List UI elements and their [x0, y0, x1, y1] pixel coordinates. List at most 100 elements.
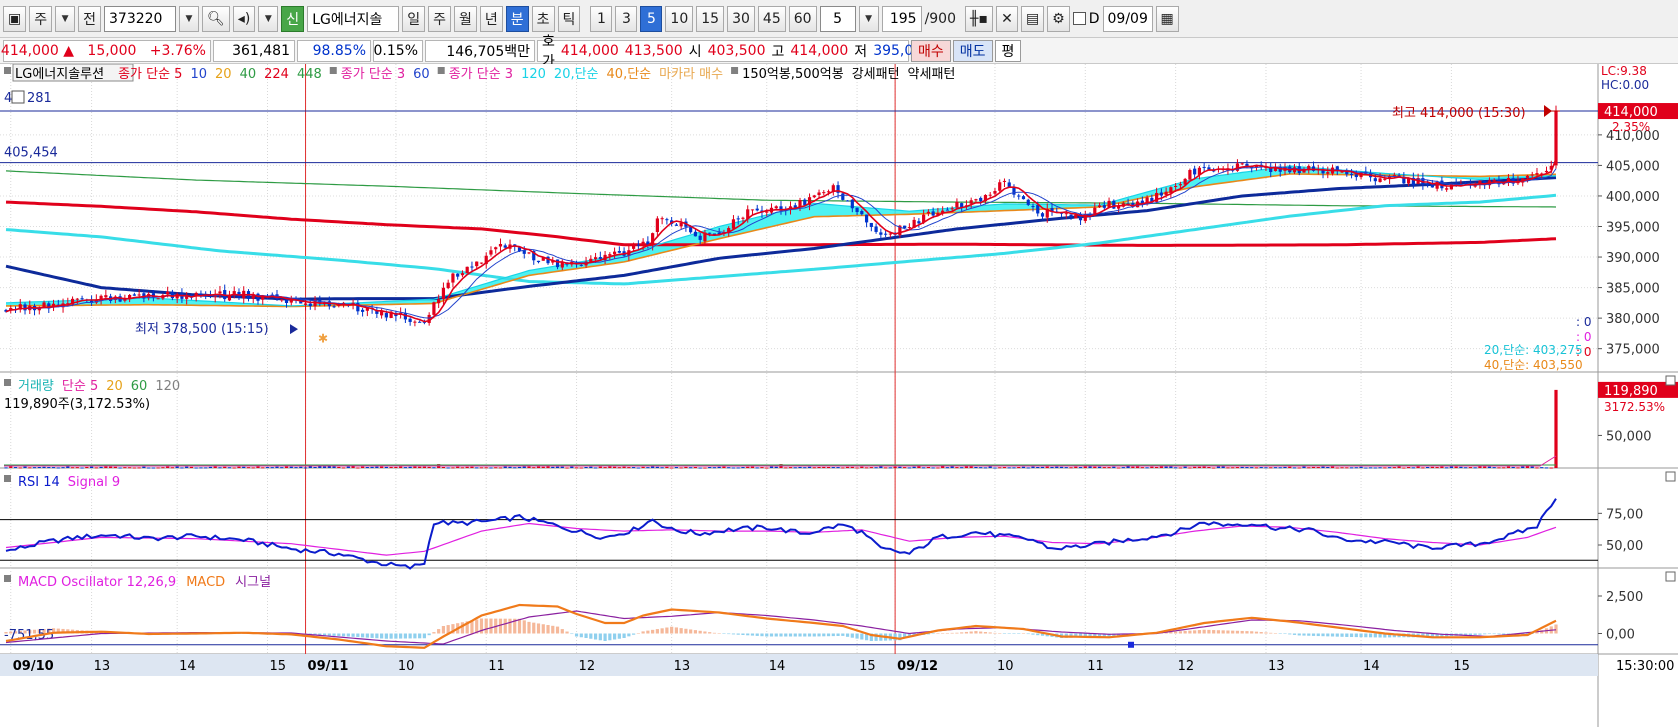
mode-dropdown-icon[interactable]: ▼ [55, 5, 76, 32]
sound-icon[interactable]: ◂) [232, 5, 256, 32]
volume-bar [1497, 467, 1501, 469]
volume-bar [1164, 466, 1168, 468]
minute-30-button[interactable]: 30 [727, 5, 755, 32]
prev-button[interactable]: 전 [78, 5, 102, 32]
macd-oscillator-bar [765, 633, 769, 637]
macd-oscillator-bar [850, 633, 854, 638]
period-day-button[interactable]: 일 [402, 5, 426, 32]
volume-bar [1069, 467, 1073, 469]
macd-oscillator-bar [1273, 633, 1278, 634]
period-minute-button[interactable]: 분 [505, 5, 529, 32]
y-tick-label: 75,00 [1606, 507, 1643, 522]
settings-icon[interactable]: ⚙ [1047, 5, 1070, 32]
macd-oscillator-bar [503, 618, 507, 634]
stock-name-field[interactable]: LG에너지솔 [307, 5, 400, 32]
minute-3-button[interactable]: 3 [615, 5, 638, 32]
volume-bar [275, 466, 279, 468]
save-icon[interactable]: ▤ [1020, 5, 1045, 32]
candle-body [812, 195, 816, 198]
macd-oscillator-bar [736, 633, 740, 635]
volume-bar [294, 467, 298, 469]
volume-bar [665, 466, 669, 468]
volume-bar [470, 466, 474, 468]
current-pct-label: 2.35% [1612, 120, 1650, 134]
candle-body [380, 311, 384, 316]
sound-dropdown-icon[interactable]: ▼ [258, 5, 279, 32]
mode-button[interactable]: 주 [29, 5, 53, 32]
volume-bar [660, 467, 664, 469]
candle-type-icon[interactable]: ╫▪ [965, 5, 993, 32]
candle-body [1188, 170, 1192, 180]
stock-code-dropdown-icon[interactable]: ▼ [179, 5, 200, 32]
window-layout-icon[interactable]: ▣ [3, 5, 27, 32]
calendar-icon[interactable]: ▦ [1155, 5, 1179, 32]
period-second-button[interactable]: 초 [531, 5, 555, 32]
period-week-button[interactable]: 주 [428, 5, 451, 32]
sell-button[interactable]: 매도 [952, 39, 993, 62]
eval-button[interactable]: 평 [994, 39, 1022, 62]
y-tick-label: 380,000 [1606, 312, 1660, 327]
legend-item: LG에너지솔루션 [15, 67, 104, 82]
macd-oscillator-bar [632, 633, 636, 635]
minute-5-button[interactable]: 5 [640, 5, 663, 32]
stock-code-input[interactable]: 373220 [104, 5, 177, 32]
crosshair-icon[interactable]: ✕ [995, 5, 1018, 32]
macd-oscillator-bar [598, 633, 602, 641]
volume-bar [399, 466, 403, 468]
minute-15-button[interactable]: 15 [696, 5, 725, 32]
volume-bar [1226, 467, 1230, 469]
candle-body [917, 221, 921, 224]
candle-body [831, 185, 835, 192]
candle-body [360, 309, 365, 312]
period-month-button[interactable]: 월 [453, 5, 477, 32]
volume-bar [912, 466, 916, 468]
volume-bar [1116, 467, 1121, 469]
amount-cell: 146,705백만 [425, 39, 535, 62]
macd-oscillator-bar [1269, 632, 1273, 634]
search-icon[interactable]: 🔍︎ [202, 5, 230, 32]
interval-input[interactable]: 5 [819, 5, 856, 32]
volume-bar [617, 467, 621, 469]
macd-oscillator-bar [845, 633, 850, 637]
macd-oscillator-bar [698, 630, 702, 634]
period-tick-button[interactable]: 틱 [557, 5, 581, 32]
volume-bar [185, 466, 189, 468]
count-input[interactable]: 195 [881, 5, 922, 32]
macd-oscillator-bar [679, 628, 683, 634]
volume-bar [508, 466, 512, 468]
volume-bar [1093, 466, 1097, 468]
volume-bar [845, 466, 850, 468]
volume-bar [94, 467, 98, 469]
turnover-cell: 0.15% [373, 39, 423, 62]
candle-body [1426, 183, 1430, 185]
minute-10-button[interactable]: 10 [665, 5, 694, 32]
quote-bar: 414,000 ▲ 15,000 +3.76% 361,481 98.85% 0… [0, 34, 1678, 70]
macd-oscillator-bar [1259, 632, 1263, 634]
buy-button[interactable]: 매수 [911, 39, 951, 62]
period-year-button[interactable]: 년 [479, 5, 503, 32]
minute-60-button[interactable]: 60 [788, 5, 817, 32]
low-annotation: 최저 378,500 (15:15) [135, 322, 269, 337]
volume-bar [798, 466, 802, 468]
date-input[interactable]: 09/09 [1102, 5, 1153, 32]
volume-bar [1197, 466, 1202, 468]
macd-oscillator-bar [332, 633, 336, 636]
macd-oscillator-bar [498, 618, 503, 634]
macd-oscillator-bar [855, 633, 859, 639]
candle-body [860, 211, 864, 215]
stock-chart[interactable]: 405,454 LG에너지솔루션 종가 단순 5 10 20 40 224 448 종가 단순 … [0, 64, 1678, 727]
volume-bar [180, 467, 184, 469]
last-volume-pct-label: 3172.53% [1604, 400, 1665, 414]
volume-bar [979, 467, 983, 469]
minute-45-button[interactable]: 45 [757, 5, 786, 32]
volume-bar [1483, 466, 1487, 468]
volume-bar [1250, 467, 1254, 469]
volume-bar [1506, 466, 1511, 468]
minute-1-button[interactable]: 1 [590, 5, 613, 32]
candle-body [1407, 178, 1411, 184]
macd-oscillator-bar [1368, 633, 1373, 638]
interval-dropdown-icon[interactable]: ▼ [858, 5, 879, 32]
macd-oscillator-bar [341, 633, 346, 637]
volume-bar [256, 466, 260, 468]
date-checkbox[interactable] [1072, 12, 1086, 25]
